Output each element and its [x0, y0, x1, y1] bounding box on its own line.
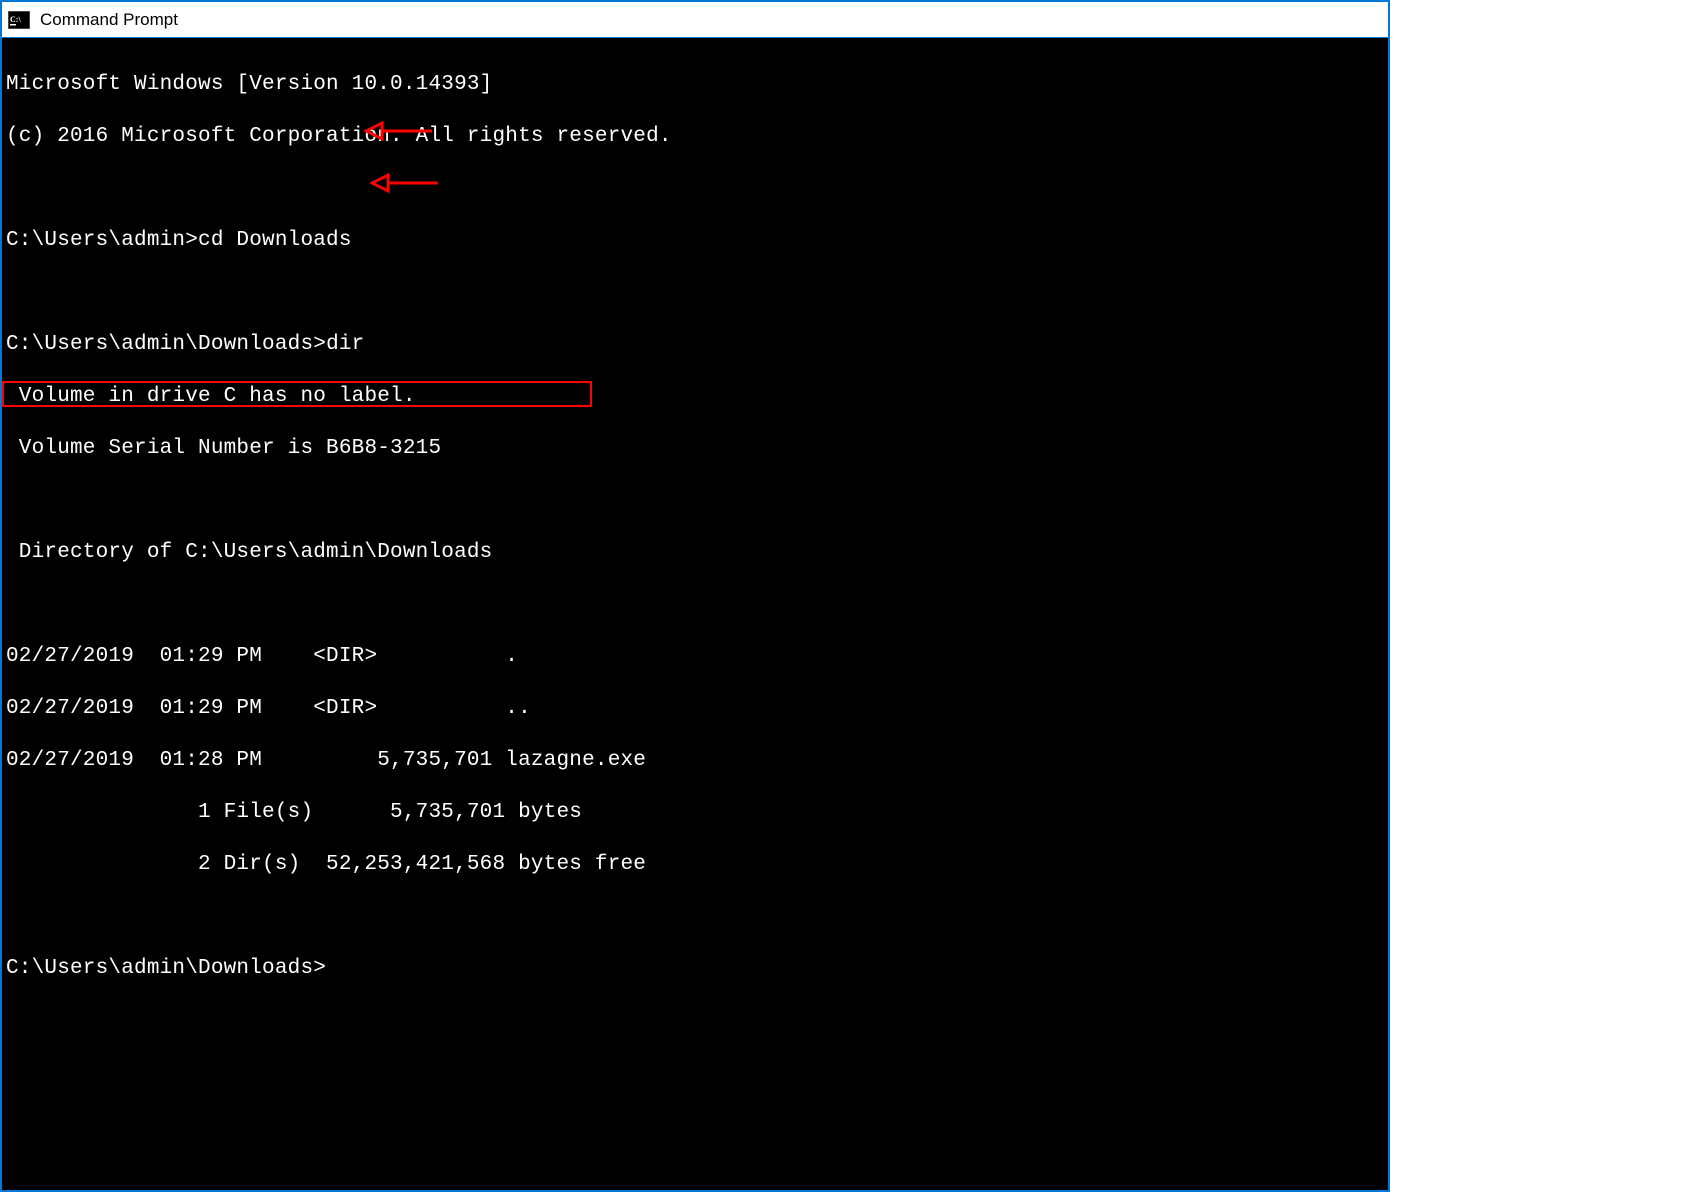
prompt-path: C:\Users\admin>	[6, 229, 198, 252]
dir-entry-line: 02/27/2019 01:29 PM <DIR> ..	[6, 696, 1388, 722]
command-text: cd Downloads	[198, 229, 352, 252]
prompt-line: C:\Users\admin>cd Downloads	[6, 228, 1388, 254]
blank-line	[6, 280, 1388, 306]
prompt-line: C:\Users\admin\Downloads>dir	[6, 332, 1388, 358]
dir-summary-line: 1 File(s) 5,735,701 bytes	[6, 800, 1388, 826]
command-prompt-window: C:\ Command Prompt Microsoft Windows [Ve…	[0, 0, 1390, 1192]
prompt-path: C:\Users\admin\Downloads>	[6, 333, 326, 356]
dir-entry-line: 02/27/2019 01:29 PM <DIR> .	[6, 644, 1388, 670]
prompt-line: C:\Users\admin\Downloads>	[6, 956, 1388, 982]
dir-header-line: Directory of C:\Users\admin\Downloads	[6, 540, 1388, 566]
window-titlebar[interactable]: C:\ Command Prompt	[2, 2, 1388, 38]
banner-line: (c) 2016 Microsoft Corporation. All righ…	[6, 124, 1388, 150]
blank-line	[6, 592, 1388, 618]
command-prompt-icon: C:\	[8, 11, 30, 29]
dir-volume-line: Volume in drive C has no label.	[6, 384, 1388, 410]
dir-serial-line: Volume Serial Number is B6B8-3215	[6, 436, 1388, 462]
svg-text:C:\: C:\	[10, 15, 21, 24]
prompt-path: C:\Users\admin\Downloads>	[6, 957, 326, 980]
terminal-output[interactable]: Microsoft Windows [Version 10.0.14393] (…	[2, 38, 1388, 1190]
blank-line	[6, 488, 1388, 514]
dir-summary-line: 2 Dir(s) 52,253,421,568 bytes free	[6, 852, 1388, 878]
blank-line	[6, 904, 1388, 930]
banner-line: Microsoft Windows [Version 10.0.14393]	[6, 72, 1388, 98]
window-title: Command Prompt	[40, 10, 178, 30]
dir-entry-line: 02/27/2019 01:28 PM 5,735,701 lazagne.ex…	[6, 748, 1388, 774]
command-text: dir	[326, 333, 364, 356]
blank-line	[6, 176, 1388, 202]
